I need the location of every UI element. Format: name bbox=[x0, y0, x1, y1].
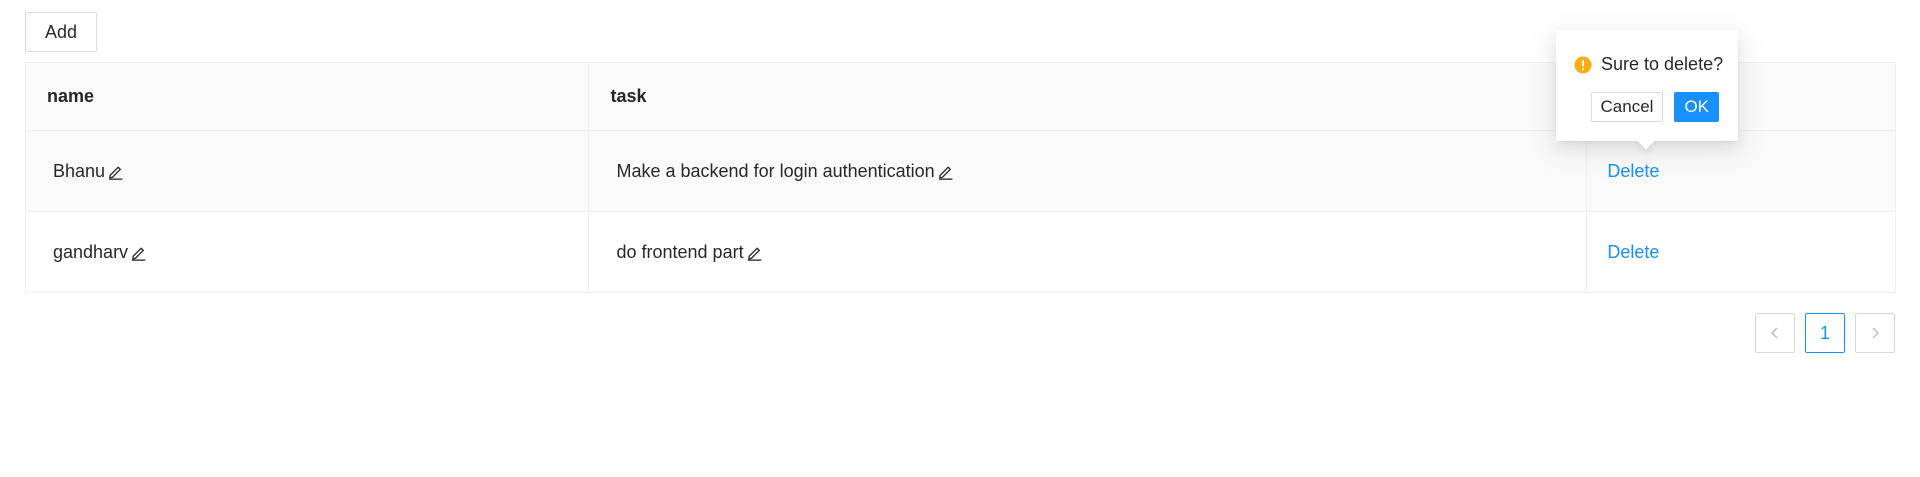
popover-title: Sure to delete? bbox=[1601, 54, 1724, 74]
name-text: Bhanu bbox=[53, 160, 106, 181]
pagination: 1 bbox=[1755, 313, 1895, 353]
add-button[interactable]: Add bbox=[25, 12, 97, 52]
operation-cell: Delete bbox=[1586, 211, 1896, 293]
column-header-task: task bbox=[588, 62, 1588, 131]
edit-icon[interactable] bbox=[746, 244, 763, 261]
ok-button[interactable]: OK bbox=[1674, 92, 1719, 122]
table-row: gandharv do frontend part Delete bbox=[25, 211, 1896, 293]
edit-icon[interactable] bbox=[107, 163, 124, 180]
chevron-left-icon bbox=[1770, 327, 1778, 339]
exclamation-circle-icon bbox=[1574, 56, 1592, 73]
name-text: gandharv bbox=[53, 241, 129, 262]
next-page-button[interactable] bbox=[1855, 313, 1895, 353]
task-cell[interactable]: do frontend part bbox=[588, 211, 1588, 293]
delete-link[interactable]: Delete bbox=[1587, 242, 1659, 262]
edit-icon[interactable] bbox=[937, 163, 954, 180]
table-row: Bhanu Make a backend for login authentic… bbox=[25, 130, 1896, 212]
delete-link[interactable]: Delete bbox=[1587, 161, 1659, 181]
task-text: do frontend part bbox=[616, 241, 744, 262]
name-cell[interactable]: Bhanu bbox=[25, 130, 590, 212]
column-header-name: name bbox=[25, 62, 590, 131]
name-cell[interactable]: gandharv bbox=[25, 211, 590, 293]
operation-cell: Delete bbox=[1586, 130, 1896, 212]
prev-page-button[interactable] bbox=[1755, 313, 1795, 353]
chevron-right-icon bbox=[1872, 327, 1880, 339]
popover-message: Sure to delete? bbox=[1574, 54, 1723, 75]
page-number-button[interactable]: 1 bbox=[1805, 313, 1845, 353]
popover-buttons: Cancel OK bbox=[1590, 92, 1719, 122]
delete-confirm-popover: Sure to delete? Cancel OK bbox=[1556, 30, 1738, 150]
task-text: Make a backend for login authentication bbox=[616, 160, 935, 181]
cancel-button[interactable]: Cancel bbox=[1590, 92, 1664, 122]
edit-icon[interactable] bbox=[130, 244, 147, 261]
task-cell[interactable]: Make a backend for login authentication bbox=[588, 130, 1588, 212]
